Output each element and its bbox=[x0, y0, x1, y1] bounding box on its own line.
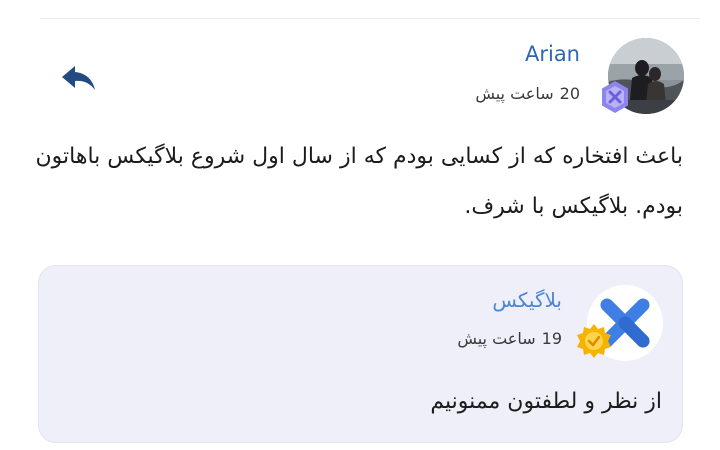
reply-arrow-icon[interactable] bbox=[59, 62, 97, 94]
comment-body: باعث افتخاره که از کسایی بودم که از سال … bbox=[35, 144, 683, 219]
gold-badge-icon bbox=[577, 324, 611, 358]
time-unit: ساعت پیش bbox=[457, 329, 536, 348]
comment-thread: Arian ساعت پیش 20 باعث افتخاره که از کسا… bbox=[0, 0, 720, 450]
time-value: 19 bbox=[541, 329, 562, 348]
comment-timestamp: ساعت پیش 20 bbox=[475, 84, 580, 103]
reply-author[interactable]: بلاگیکس bbox=[492, 288, 562, 312]
reply-card: بلاگیکس ساعت پیش 19 از نظر و لطفتون ممنو… bbox=[38, 265, 683, 443]
divider bbox=[40, 18, 700, 19]
level-badge-icon bbox=[602, 81, 628, 113]
reply-timestamp: ساعت پیش 19 bbox=[457, 329, 562, 348]
time-value: 20 bbox=[559, 84, 580, 103]
comment-author[interactable]: Arian bbox=[525, 42, 580, 66]
time-unit: ساعت پیش bbox=[475, 84, 554, 103]
reply-body: از نظر و لطفتون ممنونیم bbox=[430, 389, 662, 414]
